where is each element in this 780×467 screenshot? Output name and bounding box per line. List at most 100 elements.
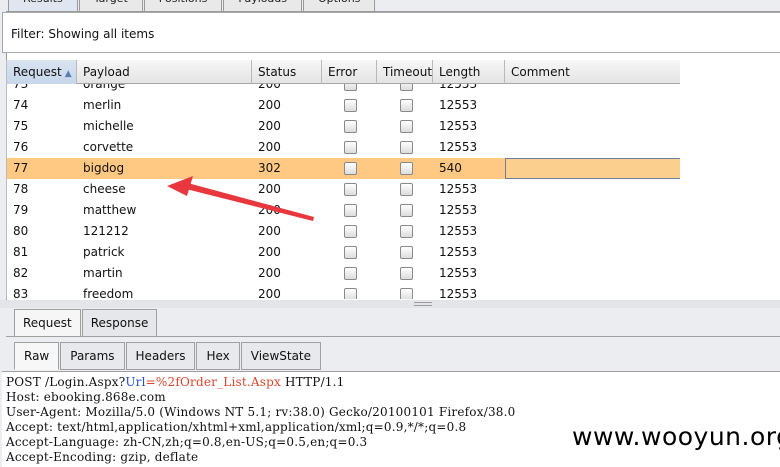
sort-ascending-icon: ▲ xyxy=(64,69,72,79)
cell-status: 302 xyxy=(258,161,281,175)
timeout-checkbox[interactable] xyxy=(400,267,413,280)
request-param-value: %2fOrder_List.Aspx xyxy=(155,375,281,389)
view-tab-bar: Raw Params Headers Hex ViewState xyxy=(14,342,322,370)
comment-field[interactable] xyxy=(505,158,680,179)
error-checkbox[interactable] xyxy=(344,225,357,238)
cell-length: 12553 xyxy=(439,287,478,299)
cell-length: 12553 xyxy=(439,119,478,133)
timeout-checkbox[interactable] xyxy=(400,246,413,259)
filter-bar[interactable]: Filter: Showing all items xyxy=(2,12,780,53)
table-row[interactable]: 80 121212 200 12553 xyxy=(7,221,680,242)
detail-tab-bar: Request Response xyxy=(14,309,158,336)
cell-payload: corvette xyxy=(83,140,134,154)
cell-length: 12553 xyxy=(439,98,478,112)
cell-status: 200 xyxy=(258,203,281,217)
error-checkbox[interactable] xyxy=(344,120,357,133)
error-checkbox[interactable] xyxy=(344,141,357,154)
tab-divider xyxy=(6,336,780,337)
table-row[interactable]: 82 martin 200 12553 xyxy=(7,263,680,284)
tab-hex[interactable]: Hex xyxy=(196,342,240,370)
tab-viewstate[interactable]: ViewState xyxy=(240,342,322,370)
table-header: Request ▲ Payload Status Error Timeout Le… xyxy=(7,60,680,84)
table-row[interactable]: 81 patrick 200 12553 xyxy=(7,242,680,263)
timeout-checkbox[interactable] xyxy=(400,120,413,133)
cell-request: 75 xyxy=(13,119,29,133)
cell-length: 12553 xyxy=(439,266,478,280)
timeout-checkbox[interactable] xyxy=(400,141,413,154)
tab-raw[interactable]: Raw xyxy=(14,342,60,370)
error-checkbox[interactable] xyxy=(344,183,357,196)
cell-request: 77 xyxy=(13,161,29,175)
table-row-selected[interactable]: 77 bigdog 302 540 xyxy=(7,158,680,179)
cell-length: 540 xyxy=(439,161,462,175)
table-row[interactable]: 74 merlin 200 12553 xyxy=(7,95,680,116)
column-request-label: Request xyxy=(13,65,62,79)
table-row[interactable]: 78 cheese 200 12553 xyxy=(7,179,680,200)
column-header-error[interactable]: Error xyxy=(322,60,377,84)
splitter-grip-icon[interactable] xyxy=(414,302,432,306)
cell-payload: cheese xyxy=(83,182,126,196)
request-param-eq: = xyxy=(145,375,156,389)
cell-payload: patrick xyxy=(83,245,125,259)
table-row[interactable]: 83 freedom 200 12553 xyxy=(7,284,680,299)
column-header-comment[interactable]: Comment xyxy=(505,60,680,84)
cell-length: 12553 xyxy=(439,140,478,154)
error-checkbox[interactable] xyxy=(344,267,357,280)
cell-payload: freedom xyxy=(83,287,134,299)
filter-label: Filter: Showing all items xyxy=(11,27,155,41)
results-table: 73 orange 200 12553 74 merlin 200 12553 … xyxy=(6,60,680,299)
raw-request-editor[interactable]: POST /Login.Aspx?Url=%2fOrder_List.Aspx … xyxy=(2,371,780,467)
cell-status: 200 xyxy=(258,245,281,259)
timeout-checkbox[interactable] xyxy=(400,288,413,299)
error-checkbox[interactable] xyxy=(344,288,357,299)
cell-request: 82 xyxy=(13,266,29,280)
table-row[interactable]: 79 matthew 200 12553 xyxy=(7,200,680,221)
timeout-checkbox[interactable] xyxy=(400,183,413,196)
tab-response[interactable]: Response xyxy=(81,309,158,336)
burp-intruder-results-window: Results Target Positions Payloads Option… xyxy=(0,0,780,467)
error-checkbox[interactable] xyxy=(344,204,357,217)
header-accept-encoding: Accept-Encoding: gzip, deflate xyxy=(6,450,199,464)
timeout-checkbox[interactable] xyxy=(400,162,413,175)
tab-request[interactable]: Request xyxy=(14,309,81,336)
pane-splitter[interactable] xyxy=(0,300,780,308)
cell-request: 78 xyxy=(13,182,29,196)
cell-length: 12553 xyxy=(439,182,478,196)
timeout-checkbox[interactable] xyxy=(400,99,413,112)
cell-payload: martin xyxy=(83,266,123,280)
cell-status: 200 xyxy=(258,119,281,133)
error-checkbox[interactable] xyxy=(344,162,357,175)
column-header-request[interactable]: Request ▲ xyxy=(7,60,77,84)
cell-status: 200 xyxy=(258,287,281,299)
request-param-name: Url xyxy=(125,375,146,389)
header-host: Host: ebooking.868e.com xyxy=(6,390,166,404)
error-checkbox[interactable] xyxy=(344,99,357,112)
tab-params[interactable]: Params xyxy=(60,342,125,370)
table-row[interactable]: 76 corvette 200 12553 xyxy=(7,137,680,158)
cell-status: 200 xyxy=(258,182,281,196)
cell-length: 12553 xyxy=(439,203,478,217)
timeout-checkbox[interactable] xyxy=(400,204,413,217)
column-header-payload[interactable]: Payload xyxy=(77,60,252,84)
cell-length: 12553 xyxy=(439,224,478,238)
cell-payload: michelle xyxy=(83,119,134,133)
cell-request: 79 xyxy=(13,203,29,217)
header-accept-language: Accept-Language: zh-CN,zh;q=0.8,en-US;q=… xyxy=(6,435,368,449)
column-header-length[interactable]: Length xyxy=(433,60,505,84)
cell-request: 81 xyxy=(13,245,29,259)
cell-status: 200 xyxy=(258,140,281,154)
cell-payload: merlin xyxy=(83,98,122,112)
error-checkbox[interactable] xyxy=(344,246,357,259)
timeout-checkbox[interactable] xyxy=(400,225,413,238)
watermark-text: www.wooyun.org xyxy=(572,422,780,451)
column-header-timeout[interactable]: Timeout xyxy=(377,60,433,84)
tab-headers[interactable]: Headers xyxy=(125,342,196,370)
table-row[interactable]: 75 michelle 200 12553 xyxy=(7,116,680,137)
request-method-path: POST /Login.Aspx? xyxy=(6,375,126,389)
cell-status: 200 xyxy=(258,224,281,238)
request-line: POST /Login.Aspx?Url=%2fOrder_List.Aspx … xyxy=(6,375,345,389)
header-user-agent: User-Agent: Mozilla/5.0 (Windows NT 5.1;… xyxy=(6,405,516,419)
cell-length: 12553 xyxy=(439,245,478,259)
column-header-status[interactable]: Status xyxy=(252,60,322,84)
cell-payload: matthew xyxy=(83,203,137,217)
